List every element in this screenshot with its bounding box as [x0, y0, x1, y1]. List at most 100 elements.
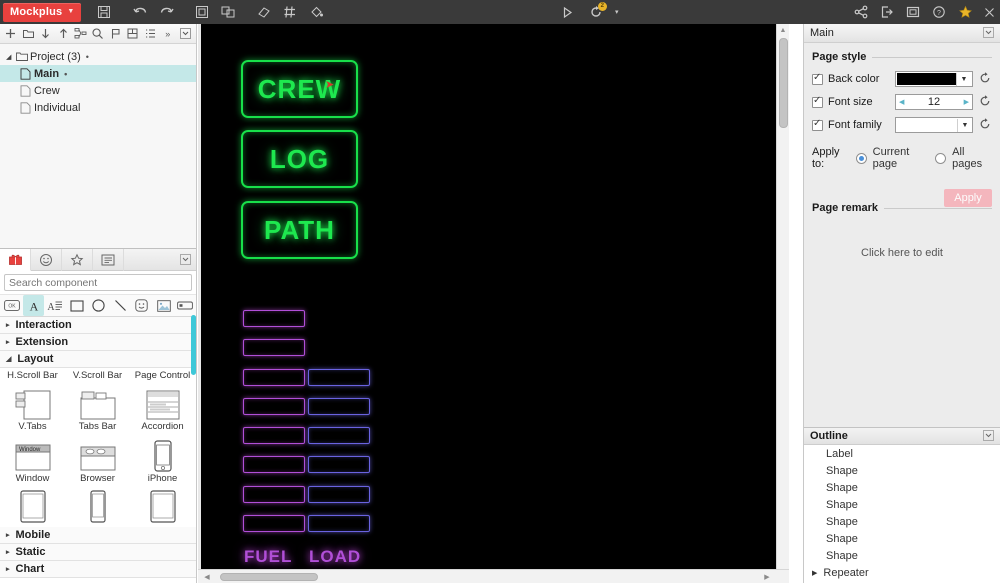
mockplus-logo-menu[interactable]: Mockplus ▼ [3, 2, 82, 22]
canvas-vertical-scrollbar[interactable]: ▲ [776, 24, 789, 570]
bar-load-row4[interactable] [308, 398, 370, 415]
my-components-tab[interactable] [93, 248, 124, 271]
component-page-control[interactable]: Page Control [130, 368, 195, 382]
font-size-checkbox[interactable] [812, 95, 823, 108]
outline-item-shape[interactable]: Shape [804, 513, 1000, 530]
tool-rectangle-icon[interactable] [66, 295, 88, 316]
outline-item-label[interactable]: Label [804, 445, 1000, 462]
component-browser[interactable]: Browser [65, 434, 130, 486]
bar-load-row8[interactable] [308, 515, 370, 532]
tree-page-crew[interactable]: Crew [0, 82, 196, 99]
duplicate-icon[interactable] [124, 24, 141, 43]
component-phone[interactable] [65, 486, 130, 527]
tree-root-project[interactable]: ◢ Project (3) • [0, 48, 196, 65]
undo-icon[interactable] [127, 0, 153, 24]
bar-fuel-row7[interactable] [243, 486, 305, 503]
bar-load-row3[interactable] [308, 369, 370, 386]
font-family-field[interactable]: ▼ [895, 117, 973, 133]
reset-back-color-icon[interactable] [978, 71, 992, 87]
sitemap-icon[interactable] [72, 24, 89, 43]
search-icon[interactable] [89, 24, 106, 43]
share-icon[interactable] [848, 0, 874, 24]
component-window[interactable]: Window Window [0, 434, 65, 486]
design-canvas-page[interactable]: CREW ➤ LOG PATH FUEL LOAD [201, 24, 789, 571]
neon-button-crew[interactable]: CREW [241, 60, 358, 118]
component-tabs-bar[interactable]: Tabs Bar [65, 382, 130, 434]
bar-fuel-row5[interactable] [243, 427, 305, 444]
export-icon[interactable] [874, 0, 900, 24]
components-tab[interactable] [0, 248, 31, 271]
back-color-checkbox[interactable] [812, 72, 823, 85]
section-header-extension[interactable]: ▸ Extension [0, 334, 196, 351]
outline-item-shape[interactable]: Shape [804, 530, 1000, 547]
group-icon[interactable] [189, 0, 215, 24]
canvas-horizontal-scrollbar[interactable]: ◀ ▶ [198, 569, 789, 583]
canvas-area[interactable]: CREW ➤ LOG PATH FUEL LOAD ▲ ◀ ▶ [198, 24, 789, 583]
collapse-panel-icon[interactable] [177, 24, 194, 43]
section-header-static[interactable]: ▸ Static [0, 544, 196, 561]
spinner-increment-icon[interactable]: ▶ [964, 98, 969, 106]
add-folder-icon[interactable] [19, 24, 36, 43]
canvas-vscroll-thumb[interactable] [779, 38, 788, 128]
bar-load-row5[interactable] [308, 427, 370, 444]
collapse-outline-icon[interactable] [983, 429, 994, 443]
collapse-properties-icon[interactable] [983, 26, 994, 40]
section-header-layout[interactable]: ◢ Layout [0, 351, 196, 368]
fill-icon[interactable] [303, 0, 329, 24]
tree-page-individual[interactable]: Individual [0, 99, 196, 116]
overflow-icon[interactable]: » [159, 24, 176, 43]
bar-fuel-row4[interactable] [243, 398, 305, 415]
collapse-component-panel-icon[interactable] [174, 249, 196, 271]
tool-paragraph-icon[interactable]: A [44, 295, 66, 316]
bar-fuel-row8[interactable] [243, 515, 305, 532]
outline-item-shape[interactable]: Shape [804, 462, 1000, 479]
neon-button-path[interactable]: PATH [241, 201, 358, 259]
neon-button-log[interactable]: LOG [241, 130, 358, 188]
scroll-right-arrow-icon[interactable]: ▶ [761, 571, 773, 583]
add-page-icon[interactable] [2, 24, 19, 43]
radio-current-page[interactable] [855, 152, 867, 164]
outline-item-shape[interactable]: Shape [804, 496, 1000, 513]
tool-button-icon[interactable] [174, 295, 196, 316]
tree-page-main[interactable]: Main • [0, 65, 196, 82]
tool-image-icon[interactable] [153, 295, 175, 316]
bar-fuel-row6[interactable] [243, 456, 305, 473]
expand-arrow-icon[interactable]: ▶ [812, 569, 817, 577]
radio-all-pages[interactable] [935, 152, 947, 164]
back-color-field[interactable]: ▼ [895, 71, 973, 87]
component-accordion[interactable]: Accordion [130, 382, 195, 434]
reset-font-family-icon[interactable] [978, 117, 992, 133]
tool-icon-smiley-icon[interactable] [131, 295, 153, 316]
flag-icon[interactable] [107, 24, 124, 43]
grid-icon[interactable] [277, 0, 303, 24]
favorites-tab[interactable] [62, 248, 93, 271]
icons-tab[interactable] [31, 248, 62, 271]
move-up-icon[interactable] [54, 24, 71, 43]
close-icon[interactable] [978, 0, 1000, 24]
outline-item-shape[interactable]: Shape [804, 547, 1000, 564]
fullscreen-icon[interactable] [900, 0, 926, 24]
component-ipad[interactable] [0, 486, 65, 527]
list-icon[interactable] [142, 24, 159, 43]
bar-load-row6[interactable] [308, 456, 370, 473]
component-h-scroll-bar[interactable]: H.Scroll Bar [0, 368, 65, 382]
refresh-icon[interactable]: 2 [583, 0, 609, 24]
font-family-checkbox[interactable] [812, 118, 823, 131]
page-remark-editor[interactable]: Click here to edit [812, 221, 992, 371]
reset-font-size-icon[interactable] [978, 94, 992, 110]
chevron-down-icon[interactable]: ▼ [957, 118, 972, 132]
component-panel-scrollbar[interactable] [191, 315, 196, 375]
font-size-field[interactable]: ◀ 12 ▶ [895, 94, 973, 110]
bar-fuel-row2[interactable] [243, 339, 305, 356]
preview-dropdown-caret[interactable]: ▾ [611, 0, 623, 24]
scroll-up-arrow-icon[interactable]: ▲ [777, 24, 789, 36]
component-tablet[interactable] [130, 486, 195, 527]
component-iphone[interactable]: iPhone [130, 434, 195, 486]
section-header-mobile[interactable]: ▸ Mobile [0, 527, 196, 544]
help-icon[interactable]: ? [926, 0, 952, 24]
tool-line-icon[interactable] [109, 295, 131, 316]
bar-load-row7[interactable] [308, 486, 370, 503]
outline-item-shape[interactable]: Shape [804, 479, 1000, 496]
component-v-tabs[interactable]: V.Tabs [0, 382, 65, 434]
preview-icon[interactable] [555, 0, 581, 24]
